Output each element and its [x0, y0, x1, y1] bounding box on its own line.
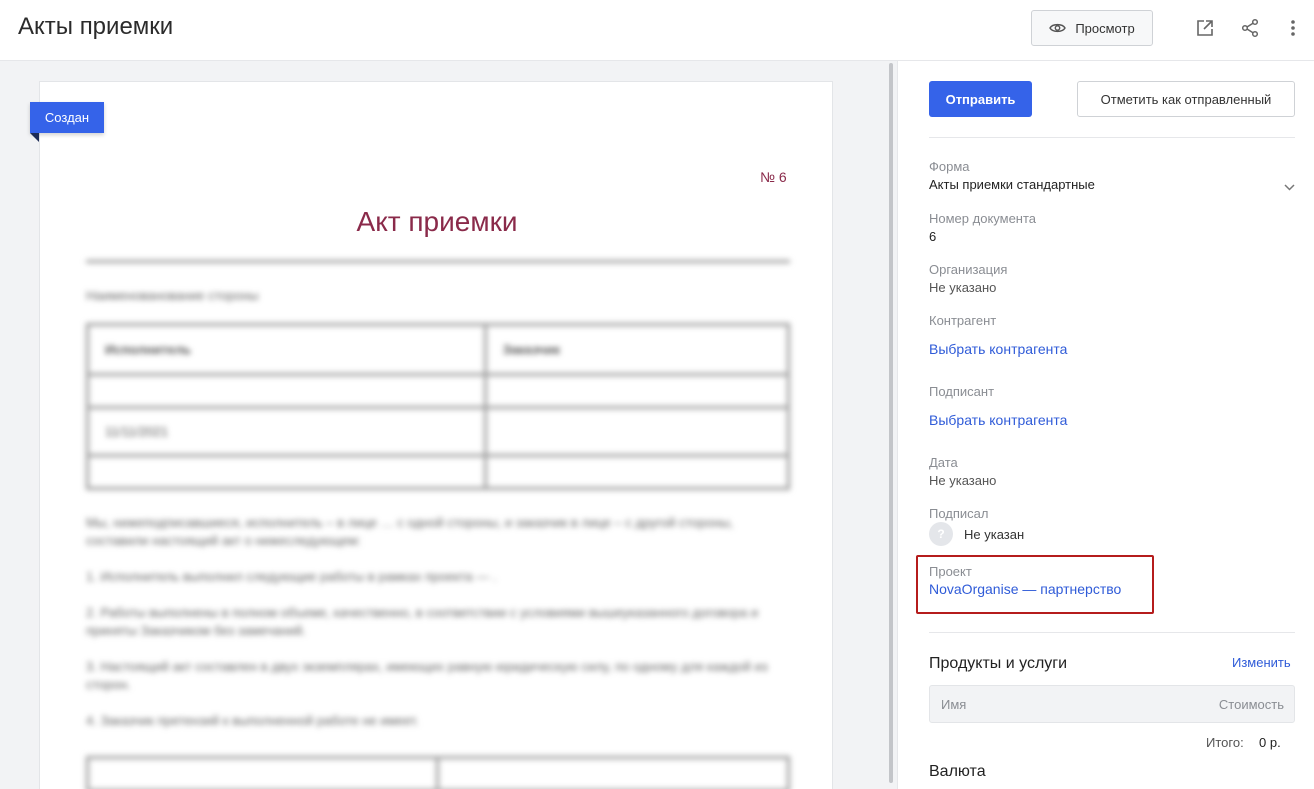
doc-number-value[interactable]: 6: [929, 229, 936, 244]
divider: [929, 137, 1295, 138]
parties-table: Исполнитель Заказчик 11/11/2021: [86, 323, 791, 490]
paragraph: Мы, нижеподписавшиеся, исполнитель – в л…: [86, 515, 734, 548]
date-label: Дата: [929, 455, 958, 470]
total-label: Итого:: [1206, 735, 1244, 750]
blurred-document-body: Наименованование стороны Исполнитель Зак…: [86, 260, 791, 789]
divider: [929, 632, 1295, 633]
table-header-cell: Заказчик: [483, 323, 791, 376]
organization-value[interactable]: Не указано: [929, 280, 996, 295]
paragraph: 2. Работы выполнены в полном объеме, кач…: [86, 605, 759, 638]
page-title: Акты приемки: [18, 13, 174, 40]
table-cell: [86, 454, 487, 490]
document-scrollbar[interactable]: [885, 61, 897, 789]
document-heading: Акт приемки: [356, 206, 518, 237]
document-number: № 6: [760, 169, 787, 185]
open-external-icon[interactable]: [1194, 17, 1216, 39]
preview-button-label: Просмотр: [1075, 20, 1135, 36]
signature-table: [86, 756, 790, 789]
paragraph: 4. Заказчик претензий к выполненной рабо…: [86, 713, 419, 728]
doc-number-label: Номер документа: [929, 211, 1037, 226]
share-icon[interactable]: [1239, 17, 1261, 39]
preview-button[interactable]: Просмотр: [1031, 10, 1153, 46]
avatar: ?: [929, 522, 953, 546]
parties-label: Наименованование стороны: [86, 288, 259, 303]
select-counterparty-link[interactable]: Выбрать контрагента: [929, 341, 1067, 357]
column-name-header: Имя: [941, 697, 967, 712]
table-cell: [86, 756, 439, 789]
table-cell: [483, 406, 791, 457]
status-badge-fold: [30, 133, 39, 142]
project-highlight-box: [916, 555, 1154, 614]
signed-by-value[interactable]: Не указан: [964, 527, 1024, 542]
table-cell: 11/11/2021: [86, 406, 487, 457]
document-preview-area: № 6 Акт приемки Наименованование стороны…: [0, 61, 885, 789]
status-badge: Создан: [30, 102, 104, 133]
counterparty-label: Контрагент: [929, 313, 997, 328]
signed-by-label: Подписал: [929, 506, 989, 521]
table-header-cell: Исполнитель: [86, 323, 487, 376]
table-cell: [436, 756, 790, 789]
mark-as-sent-button[interactable]: Отметить как отправленный: [1077, 81, 1295, 117]
select-signer-link[interactable]: Выбрать контрагента: [929, 412, 1067, 428]
currency-section-title: Валюта: [929, 763, 986, 780]
table-cell: [86, 373, 487, 409]
table-cell: [483, 454, 791, 490]
more-vertical-icon[interactable]: [1282, 17, 1304, 39]
paragraph: 3. Настоящий акт составлен в двух экземп…: [86, 659, 768, 692]
eye-icon: [1049, 22, 1067, 34]
column-cost-header: Стоимость: [1218, 697, 1284, 712]
table-cell: [483, 373, 791, 409]
document-page: № 6 Акт приемки Наименованование стороны…: [39, 81, 833, 789]
signer-label: Подписант: [929, 384, 995, 399]
heading-rule: [86, 260, 790, 263]
document-details-panel: Отправить Отметить как отправленный Форм…: [898, 61, 1314, 789]
scrollbar-thumb[interactable]: [889, 63, 893, 783]
edit-products-link[interactable]: Изменить: [1232, 655, 1291, 670]
organization-label: Организация: [929, 262, 1008, 277]
form-select[interactable]: Акты приемки стандартные: [929, 177, 1095, 192]
chevron-down-icon[interactable]: [1284, 178, 1295, 196]
date-value[interactable]: Не указано: [929, 473, 996, 488]
products-table-header: Имя Стоимость: [929, 685, 1295, 723]
total-value: 0 р.: [1259, 735, 1281, 750]
products-section-title: Продукты и услуги: [929, 655, 1068, 672]
form-label: Форма: [929, 159, 970, 174]
send-button[interactable]: Отправить: [929, 81, 1032, 117]
top-header: Акты приемки Просмотр: [0, 0, 1314, 61]
paragraph: 1. Исполнитель выполнил следующие работы…: [86, 569, 497, 584]
